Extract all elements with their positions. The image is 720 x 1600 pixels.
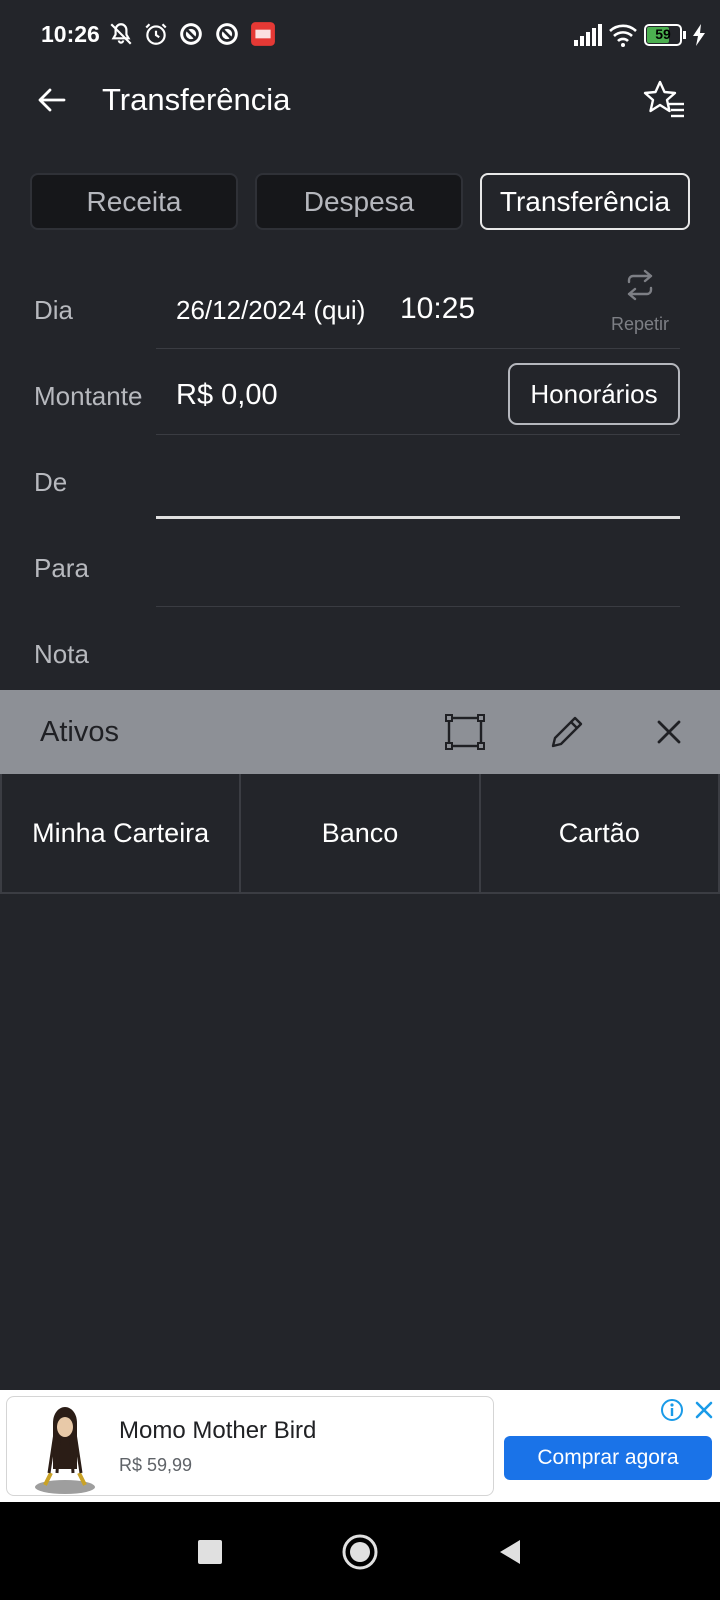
day-label: Dia [34, 295, 74, 325]
close-icon[interactable] [692, 1398, 716, 1422]
status-time: 10:26 [41, 21, 100, 47]
divider [156, 434, 680, 435]
star-list-icon[interactable] [642, 78, 686, 122]
repeat-icon [627, 269, 653, 301]
status-right-icons: 59 [574, 22, 706, 48]
repeat-button[interactable]: Repetir [600, 266, 680, 336]
product-image [35, 1407, 95, 1494]
divider [156, 606, 680, 607]
note-label: Nota [34, 639, 89, 669]
amount-field[interactable]: R$ 0,00 [176, 379, 278, 412]
battery-level: 59 [655, 26, 671, 42]
arrow-left-icon[interactable] [32, 80, 72, 120]
alarm-icon [145, 23, 167, 45]
ad-title: Momo Mother Bird [119, 1417, 317, 1444]
accounts-grid: Minha Carteira Banco Cartão [0, 774, 720, 894]
account-item-minha-carteira[interactable]: Minha Carteira [0, 774, 242, 894]
accounts-panel-header: Ativos [0, 690, 720, 774]
edit-icon[interactable] [545, 710, 589, 754]
ad-card[interactable]: Momo Mother Bird R$ 59,99 [6, 1396, 494, 1496]
expand-icon[interactable] [443, 710, 487, 754]
app-bar: Transferência [0, 70, 720, 130]
vpn-icon [180, 23, 202, 45]
account-item-banco[interactable]: Banco [241, 774, 481, 894]
close-icon[interactable] [647, 710, 691, 754]
mute-icon [110, 23, 132, 45]
signal-icon [574, 24, 602, 46]
accounts-panel-title: Ativos [40, 716, 119, 748]
time-field[interactable]: 10:25 [400, 292, 475, 326]
app-notification-icon [251, 22, 275, 46]
amount-label: Montante [34, 381, 143, 411]
wifi-icon [609, 24, 637, 47]
status-bar: 10:26 59 [0, 0, 720, 70]
tab-despesa[interactable]: Despesa [255, 173, 463, 230]
from-label: De [34, 467, 68, 497]
repeat-label: Repetir [610, 314, 670, 334]
charging-icon [693, 24, 705, 46]
home-icon[interactable] [340, 1532, 380, 1572]
back-nav-icon[interactable] [490, 1532, 530, 1572]
info-icon[interactable] [660, 1398, 684, 1422]
tab-transferencia[interactable]: Transferência [480, 173, 690, 230]
recents-icon[interactable] [190, 1532, 230, 1572]
divider [156, 348, 680, 349]
fees-button[interactable]: Honorários [508, 363, 680, 425]
battery-icon: 59 [644, 24, 686, 46]
page-title: Transferência [102, 82, 291, 117]
navigation-bar [0, 1502, 720, 1600]
ad-price: R$ 59,99 [119, 1455, 193, 1475]
account-item-cartao[interactable]: Cartão [480, 774, 720, 894]
ad-cta-button[interactable]: Comprar agora [504, 1436, 712, 1480]
to-label: Para [34, 553, 89, 583]
from-field-underline [156, 516, 680, 519]
vpn-icon [216, 23, 238, 45]
date-field[interactable]: 26/12/2024 (qui) [176, 295, 365, 326]
ad-banner: Momo Mother Bird R$ 59,99 Comprar agora [0, 1390, 720, 1502]
tab-receita[interactable]: Receita [30, 173, 238, 230]
